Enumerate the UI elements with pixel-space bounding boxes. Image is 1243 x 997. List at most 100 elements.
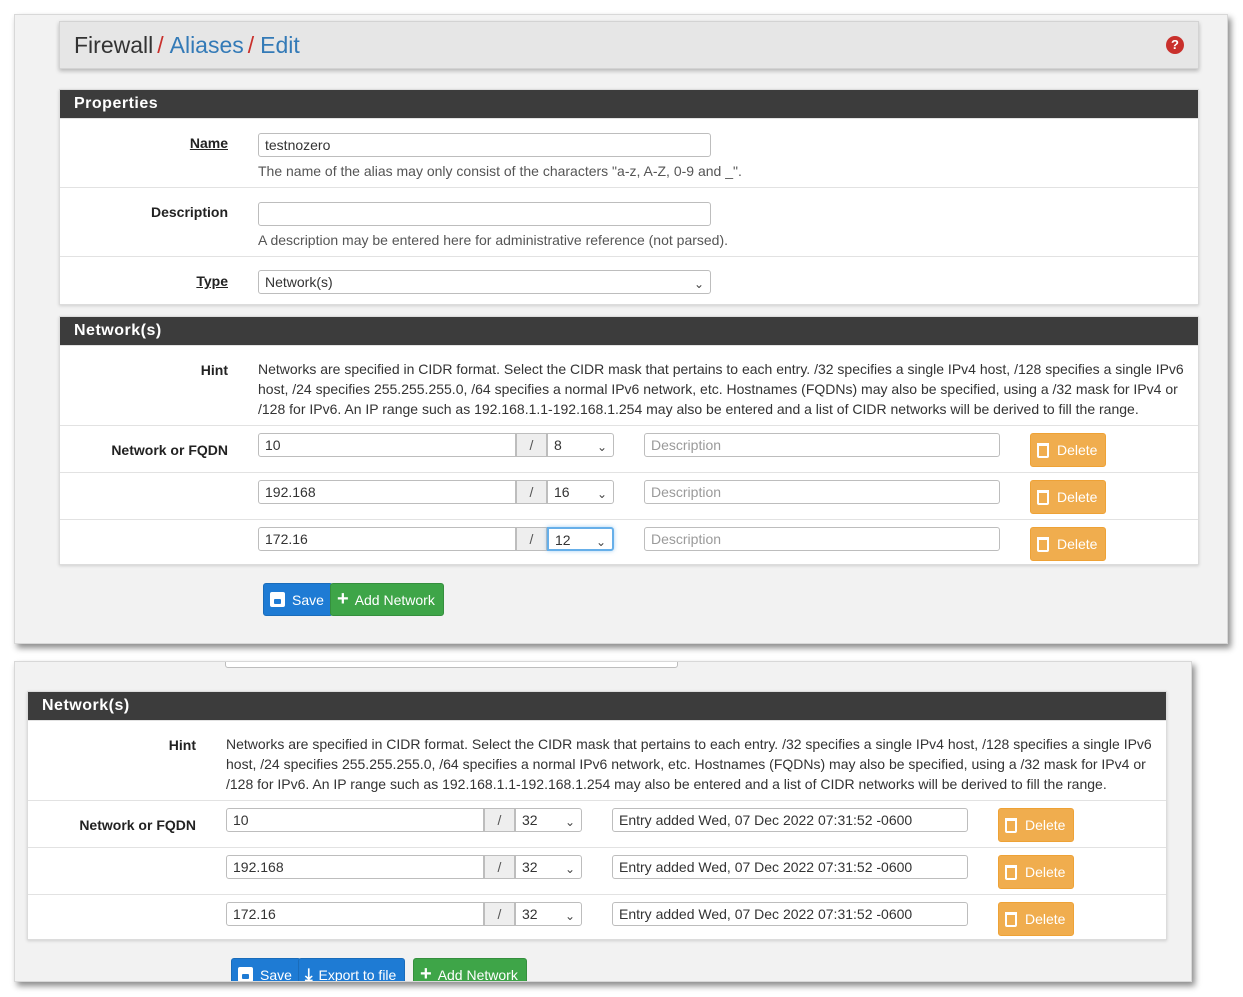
network-input[interactable]: 10 xyxy=(226,808,484,832)
networks-panel: Network(s) Hint Networks are specified i… xyxy=(59,316,1199,565)
delete-label: Delete xyxy=(1025,864,1066,880)
trash-icon xyxy=(1037,442,1049,458)
cidr-slash: / xyxy=(484,902,515,926)
chevron-down-icon: ⌄ xyxy=(564,909,575,923)
breadcrumb-firewall: Firewall xyxy=(74,31,154,58)
networks-panel: Network(s) Hint Networks are specified i… xyxy=(27,691,1167,940)
description-input[interactable]: Description xyxy=(644,480,1000,504)
network-or-fqdn-label: Network or FQDN xyxy=(79,817,196,833)
delete-button[interactable]: Delete xyxy=(998,855,1075,889)
screenshot-edit-form: Firewall / Aliases / Edit ? Properties N… xyxy=(14,14,1228,644)
delete-button[interactable]: Delete xyxy=(1030,480,1107,514)
add-network-label: Add Network xyxy=(437,966,518,982)
hint-row: Hint Networks are specified in CIDR form… xyxy=(28,720,1166,800)
cidr-mask-select[interactable]: 32 ⌄ xyxy=(515,855,582,879)
description-input[interactable]: Entry added Wed, 07 Dec 2022 07:31:52 -0… xyxy=(612,808,968,832)
hint-label: Hint xyxy=(200,362,228,378)
description-input[interactable]: Entry added Wed, 07 Dec 2022 07:31:52 -0… xyxy=(612,855,968,879)
cidr-mask-value: 8 xyxy=(554,437,562,453)
network-input[interactable]: 192.168 xyxy=(226,855,484,879)
save-icon xyxy=(270,592,285,607)
breadcrumb-separator: / xyxy=(247,31,255,58)
delete-label: Delete xyxy=(1057,536,1098,552)
networks-panel-title: Network(s) xyxy=(28,692,1166,720)
chevron-down-icon: ⌄ xyxy=(564,815,575,829)
hint-text: Networks are specified in CIDR format. S… xyxy=(258,361,1184,417)
type-row: Type Network(s) ⌄ xyxy=(60,256,1198,304)
description-input[interactable] xyxy=(258,202,711,226)
network-input[interactable]: 172.16 xyxy=(226,902,484,926)
hint-label: Hint xyxy=(168,737,196,753)
cidr-slash: / xyxy=(516,527,547,551)
description-row: Description A description may be entered… xyxy=(60,187,1198,256)
network-input[interactable]: 10 xyxy=(258,433,516,457)
name-input[interactable]: testnozero xyxy=(258,133,711,157)
properties-panel-title: Properties xyxy=(60,90,1198,118)
chevron-down-icon: ⌄ xyxy=(693,277,704,291)
description-input[interactable]: Description xyxy=(644,527,1000,551)
cidr-slash: / xyxy=(484,808,515,832)
trash-icon xyxy=(1005,817,1017,833)
description-help-text: A description may be entered here for ad… xyxy=(258,232,729,248)
save-label: Save xyxy=(292,591,324,608)
cidr-mask-select[interactable]: 32 ⌄ xyxy=(515,808,582,832)
breadcrumb-edit-link[interactable]: Edit xyxy=(260,32,300,59)
trash-icon xyxy=(1037,489,1049,505)
cidr-mask-select[interactable]: 16 ⌄ xyxy=(547,480,614,504)
plus-icon: + xyxy=(420,963,432,982)
network-row: 172.16 / 32 ⌄ Entry added Wed, 07 Dec 20… xyxy=(28,894,1166,941)
breadcrumb-separator: / xyxy=(157,31,164,58)
description-input[interactable]: Description xyxy=(644,433,1000,457)
trash-icon xyxy=(1005,911,1017,927)
delete-label: Delete xyxy=(1057,442,1098,458)
type-label: Type xyxy=(196,273,228,289)
cropped-type-select xyxy=(225,662,678,668)
chevron-down-icon: ⌄ xyxy=(596,440,607,454)
chevron-down-icon: ⌄ xyxy=(595,535,606,549)
hint-row: Hint Networks are specified in CIDR form… xyxy=(60,345,1198,425)
network-row: 192.168 / 16 ⌄ Description Delete xyxy=(60,472,1198,519)
cidr-slash: / xyxy=(484,855,515,879)
breadcrumb-aliases-link[interactable]: Aliases xyxy=(170,32,244,59)
cidr-mask-select[interactable]: 12 ⌄ xyxy=(547,527,614,551)
trash-icon xyxy=(1037,536,1049,552)
screenshot-after-save: Network(s) Hint Networks are specified i… xyxy=(14,661,1192,982)
name-label: Name xyxy=(189,135,228,151)
description-input[interactable]: Entry added Wed, 07 Dec 2022 07:31:52 -0… xyxy=(612,902,968,926)
delete-label: Delete xyxy=(1025,817,1066,833)
help-icon[interactable]: ? xyxy=(1166,36,1184,54)
cidr-slash: / xyxy=(516,433,547,457)
save-button[interactable]: Save xyxy=(231,958,301,982)
delete-button[interactable]: Delete xyxy=(1030,527,1107,561)
network-input[interactable]: 192.168 xyxy=(258,480,516,504)
type-select[interactable]: Network(s) ⌄ xyxy=(258,270,711,294)
download-icon: ⤓ xyxy=(305,964,313,982)
name-row: Name testnozero The name of the alias ma… xyxy=(60,118,1198,187)
cidr-mask-select[interactable]: 32 ⌄ xyxy=(515,902,582,926)
network-row: 192.168 / 32 ⌄ Entry added Wed, 07 Dec 2… xyxy=(28,847,1166,894)
name-help-text: The name of the alias may only consist o… xyxy=(258,163,742,179)
trash-icon xyxy=(1005,864,1017,880)
cidr-mask-value: 16 xyxy=(554,484,570,500)
export-to-file-button[interactable]: ⤓ Export to file xyxy=(298,958,406,982)
save-label: Save xyxy=(260,966,292,982)
delete-button[interactable]: Delete xyxy=(1030,433,1107,467)
cidr-mask-select[interactable]: 8 ⌄ xyxy=(547,433,614,457)
save-button[interactable]: Save xyxy=(263,583,333,616)
breadcrumb: Firewall / Aliases / Edit ? xyxy=(59,21,1199,69)
add-network-button[interactable]: + Add Network xyxy=(413,958,527,982)
chevron-down-icon: ⌄ xyxy=(596,487,607,501)
networks-panel-title: Network(s) xyxy=(60,317,1198,345)
network-input[interactable]: 172.16 xyxy=(258,527,516,551)
delete-label: Delete xyxy=(1025,911,1066,927)
add-network-button[interactable]: + Add Network xyxy=(330,583,444,616)
hint-text: Networks are specified in CIDR format. S… xyxy=(226,736,1152,792)
network-or-fqdn-label: Network or FQDN xyxy=(111,442,228,458)
chevron-down-icon: ⌄ xyxy=(564,862,575,876)
cidr-slash: / xyxy=(516,480,547,504)
save-icon xyxy=(238,967,253,981)
delete-button[interactable]: Delete xyxy=(998,808,1075,842)
delete-button[interactable]: Delete xyxy=(998,902,1075,936)
add-network-label: Add Network xyxy=(354,591,435,608)
cidr-mask-value: 32 xyxy=(522,906,538,922)
